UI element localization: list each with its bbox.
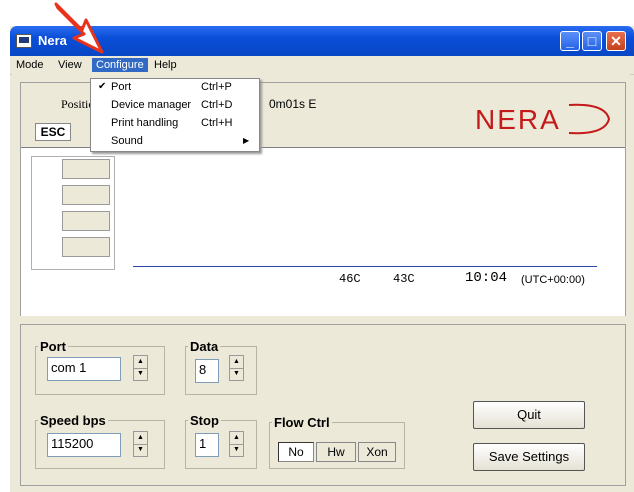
- menu-item-port-label: Port: [111, 81, 132, 93]
- menu-bar: Mode View Configure Help: [10, 56, 634, 75]
- status-divider: [133, 266, 597, 267]
- flow-ctrl-label: Flow Ctrl: [274, 415, 330, 430]
- minimize-button[interactable]: _: [560, 31, 580, 51]
- spin-down-icon[interactable]: ▼: [134, 368, 147, 380]
- port-field[interactable]: com 1: [47, 357, 121, 381]
- menu-view[interactable]: View: [54, 58, 86, 72]
- menu-item-device-manager[interactable]: Device manager Ctrl+D: [91, 97, 259, 115]
- stop-spinner[interactable]: ▲ ▼: [229, 431, 244, 457]
- flow-xon-button[interactable]: Xon: [358, 442, 396, 462]
- menu-help[interactable]: Help: [150, 58, 181, 72]
- terminal-screen: 46C 43C 10:04 (UTC+00:00): [21, 147, 625, 316]
- clock: 10:04: [465, 270, 508, 286]
- shortcut-port: Ctrl+P: [201, 81, 232, 93]
- quit-button[interactable]: Quit: [473, 401, 585, 429]
- shortcut-device-manager: Ctrl+D: [201, 99, 233, 111]
- menu-item-sound[interactable]: Sound ▶: [91, 133, 259, 151]
- speed-field[interactable]: 115200: [47, 433, 121, 457]
- temperature-2: 43C: [393, 272, 415, 286]
- spin-down-icon[interactable]: ▼: [230, 368, 243, 380]
- stop-field[interactable]: 1: [195, 433, 219, 457]
- menu-configure[interactable]: Configure: [92, 58, 148, 72]
- svg-text:NERA: NERA: [475, 104, 561, 135]
- softkey-2[interactable]: [62, 185, 110, 205]
- maximize-button[interactable]: □: [582, 31, 602, 51]
- timezone: (UTC+00:00): [521, 274, 585, 286]
- flow-ctrl-group: Flow Ctrl No Hw Xon: [269, 415, 405, 469]
- spin-down-icon[interactable]: ▼: [230, 444, 243, 456]
- data-field[interactable]: 8: [195, 359, 219, 383]
- close-button[interactable]: ✕: [606, 31, 626, 51]
- menu-item-print-handling-label: Print handling: [111, 117, 179, 129]
- port-label: Port: [40, 339, 66, 354]
- submenu-arrow-icon: ▶: [243, 136, 250, 145]
- position-value: 0m01s E: [269, 97, 317, 111]
- flow-hw-button[interactable]: Hw: [316, 442, 356, 462]
- checkmark-icon: ✔: [98, 81, 107, 92]
- speed-spinner[interactable]: ▲ ▼: [133, 431, 148, 457]
- shortcut-print-handling: Ctrl+H: [201, 117, 233, 129]
- spin-down-icon[interactable]: ▼: [134, 444, 147, 456]
- nera-logo: NERA: [475, 103, 611, 135]
- app-icon: [16, 34, 32, 48]
- esc-button[interactable]: ESC: [35, 123, 71, 141]
- flow-no-button[interactable]: No: [278, 442, 314, 462]
- data-spinner[interactable]: ▲ ▼: [229, 355, 244, 381]
- menu-item-print-handling[interactable]: Print handling Ctrl+H: [91, 115, 259, 133]
- stop-label: Stop: [190, 413, 219, 428]
- temperature-1: 46C: [339, 272, 361, 286]
- pointer-arrow-icon: [54, 2, 104, 54]
- menu-item-port[interactable]: ✔ Port Ctrl+P: [91, 79, 259, 97]
- save-settings-button[interactable]: Save Settings: [473, 443, 585, 471]
- menu-mode[interactable]: Mode: [12, 58, 48, 72]
- menu-item-device-manager-label: Device manager: [111, 99, 192, 111]
- menu-item-sound-label: Sound: [111, 135, 143, 147]
- settings-panel: Port com 1 ▲ ▼ Data 8 ▲ ▼ Speed bps 1152…: [20, 324, 626, 486]
- softkey-panel: [31, 156, 115, 270]
- port-spinner[interactable]: ▲ ▼: [133, 355, 148, 381]
- softkey-3[interactable]: [62, 211, 110, 231]
- softkey-1[interactable]: [62, 159, 110, 179]
- speed-label: Speed bps: [40, 413, 106, 428]
- configure-dropdown: ✔ Port Ctrl+P Device manager Ctrl+D Prin…: [90, 78, 260, 152]
- data-label: Data: [190, 339, 219, 354]
- softkey-4[interactable]: [62, 237, 110, 257]
